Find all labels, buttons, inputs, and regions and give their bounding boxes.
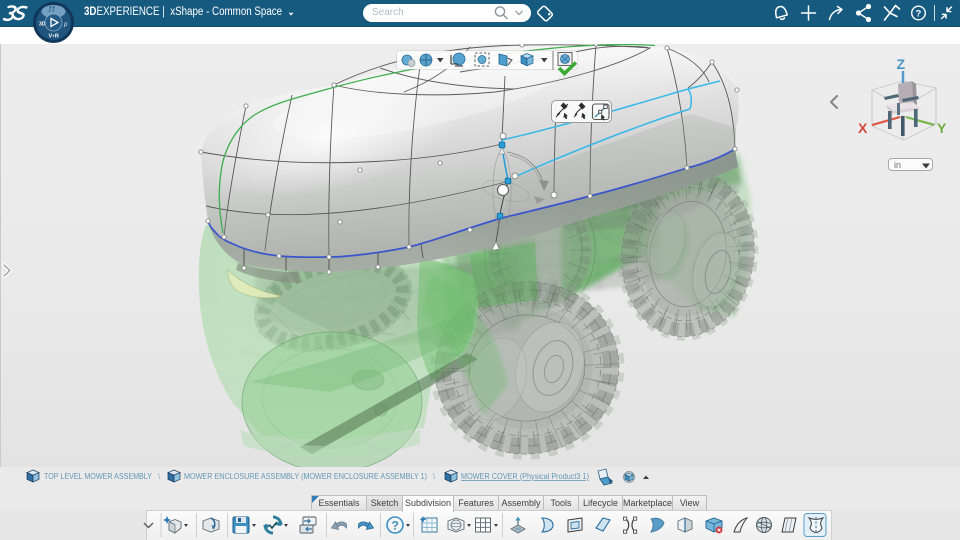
svg-text:TOP LEVEL MOWER ASSEMBLY: TOP LEVEL MOWER ASSEMBLY xyxy=(44,472,153,481)
svg-text:p: p xyxy=(63,22,68,28)
svg-text:Z: Z xyxy=(897,56,906,72)
svg-text:X: X xyxy=(858,120,868,136)
svg-text:\: \ xyxy=(158,472,161,481)
svg-text:\: \ xyxy=(433,472,436,481)
svg-text:Y: Y xyxy=(937,120,947,136)
svg-text:MOWER COVER (Physical Product3: MOWER COVER (Physical Product3 1) xyxy=(461,472,589,481)
svg-text:?: ? xyxy=(392,519,399,533)
svg-text:ƒƒ: ƒƒ xyxy=(49,7,56,13)
svg-text:?: ? xyxy=(916,8,922,19)
svg-text:3D: 3D xyxy=(39,22,46,28)
svg-text:MOWER ENCLOSURE ASSEMBLY (MOWE: MOWER ENCLOSURE ASSEMBLY (MOWER ENCLOSUR… xyxy=(184,472,427,481)
